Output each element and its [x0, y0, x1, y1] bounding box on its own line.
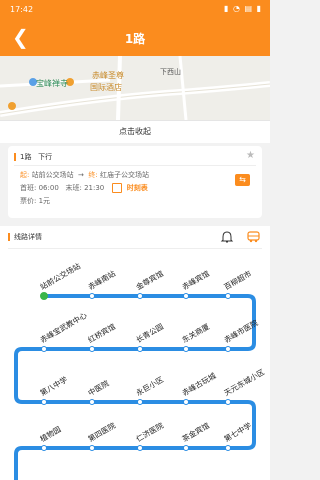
stop-marker [137, 346, 143, 352]
page-title: 1路 [124, 32, 146, 46]
fare-row: 票价: 1元 [20, 196, 50, 206]
map-label: 赤峰圣尊 [92, 70, 124, 80]
stop-name: 中医院 [86, 378, 111, 398]
stop-name: 赤峰宾馆 [180, 268, 211, 292]
route-stop[interactable]: 仁济医院 [134, 420, 165, 451]
route-stop[interactable]: 长青公园 [134, 321, 165, 352]
start-label: 起: [20, 171, 30, 179]
start-end-row: 起: 站前公交场站 → 终: 红庙子公交场站 [20, 171, 149, 179]
collapse-map-button[interactable]: 点击收起 [0, 120, 270, 143]
stop-name: 天元东城小区 [222, 366, 266, 397]
route-direction: 下行 [38, 153, 53, 161]
route-name: 1路 [20, 153, 32, 161]
first-bus-time: 06:00 [38, 184, 59, 192]
favorite-star-icon[interactable]: ★ [246, 150, 255, 161]
stop-name: 赤峰南站 [86, 268, 117, 292]
route-stop[interactable]: 东关商厦 [180, 321, 211, 352]
fare-value: 1元 [38, 197, 51, 205]
swap-direction-icon[interactable]: ⇆ [235, 174, 250, 186]
stop-marker [183, 445, 189, 451]
route-header: 1路 下行 [14, 152, 52, 162]
stop-marker [225, 399, 231, 405]
stop-name: 站前公交场站 [38, 260, 82, 291]
stop-marker [89, 399, 95, 405]
fare-label: 票价: [20, 197, 37, 205]
route-stop[interactable]: 红桥宾馆 [86, 321, 117, 352]
route-map: 站前公交场站 赤峰南站 金尊宾馆 赤峰宾馆 百柳超市赤峰市医院东关商厦长青公园红桥宾馆赤… [14, 260, 266, 480]
end-stop: 红庙子公交场站 [99, 171, 149, 179]
stop-name: 红桥宾馆 [86, 321, 117, 345]
route-info-card: 1路 下行 ★ 起: 站前公交场站 → 终: 红庙子公交场站 首班: 06:00… [8, 146, 262, 218]
stop-marker [225, 445, 231, 451]
stop-marker [137, 399, 143, 405]
map-label: 国际酒店 [90, 82, 122, 92]
stop-name: 第八中学 [38, 374, 69, 398]
route-stop[interactable]: 赤峰古玩城 [180, 370, 218, 405]
stop-name: 金尊宾馆 [134, 268, 165, 292]
last-bus-time: 21:30 [84, 184, 105, 192]
route-stop[interactable]: 赤峰宾馆 [180, 268, 211, 299]
stop-marker [137, 293, 143, 299]
stop-name: 第七中学 [222, 420, 253, 444]
timetable-link[interactable]: 时刻表 [127, 184, 148, 192]
stop-marker [89, 293, 95, 299]
start-stop-marker [40, 292, 48, 300]
route-stop[interactable]: 第四医院 [86, 420, 117, 451]
stop-name: 第四医院 [86, 420, 117, 444]
stop-marker [41, 445, 47, 451]
route-stop[interactable]: 永巨小区 [134, 374, 165, 405]
route-stop[interactable]: 第八中学 [38, 374, 69, 405]
status-time: 17:42 [10, 5, 34, 14]
route-stop[interactable]: 金尊宾馆 [134, 268, 165, 299]
map-label: 下西山 [160, 67, 181, 76]
first-bus-label: 首班: [20, 184, 37, 192]
stop-marker [89, 346, 95, 352]
stop-marker [89, 445, 95, 451]
map-poi-icon [8, 102, 16, 110]
stop-marker [41, 399, 47, 405]
status-bar: 17:42 ▮ ◔ ▤ ▮ [0, 0, 270, 20]
start-stop: 站前公交场站 [31, 171, 74, 179]
calendar-icon [112, 183, 123, 193]
stop-name: 永巨小区 [134, 374, 165, 398]
stop-name: 长青公园 [134, 321, 165, 345]
stop-marker [41, 346, 47, 352]
route-stop[interactable]: 茶金宾馆 [180, 420, 211, 451]
route-stop[interactable]: 赤峰宝武教中心 [38, 310, 89, 352]
stop-marker [137, 445, 143, 451]
stop-name: 百柳超市 [222, 268, 253, 292]
stop-name: 赤峰宝武教中心 [38, 310, 89, 345]
stop-name: 仁济医院 [134, 420, 165, 444]
map-view[interactable]: 宝峰禅寺 赤峰圣尊 国际酒店 下西山 [0, 56, 270, 120]
stop-name: 赤峰古玩城 [180, 370, 218, 398]
stop-marker [183, 346, 189, 352]
map-canvas: 宝峰禅寺 赤峰圣尊 国际酒店 下西山 [0, 56, 270, 120]
schedule-row: 首班: 06:00 末班: 21:30 时刻表 [20, 183, 148, 193]
route-stop[interactable]: 第七中学 [222, 420, 253, 451]
route-stop[interactable]: 天元东城小区 [222, 366, 266, 405]
route-detail-panel: 线路详情 站前公交场站 赤峰南站 金尊宾馆 赤峰宾馆 百柳超市 赤峰市医院 东关商厦 长青公园… [0, 226, 270, 480]
stop-marker [183, 399, 189, 405]
stop-marker [225, 346, 231, 352]
stop-name: 茶金宾馆 [180, 420, 211, 444]
stop-marker [225, 293, 231, 299]
stop-name: 植物园 [38, 424, 62, 444]
map-label: 宝峰禅寺 [36, 78, 68, 88]
route-stop[interactable]: 百柳超市 [222, 268, 253, 299]
status-icons: ▮ ◔ ▤ ▮ [224, 4, 262, 13]
end-label: 终: [88, 171, 98, 179]
stop-name: 东关商厦 [180, 321, 211, 345]
route-stop[interactable]: 赤峰南站 [86, 268, 117, 299]
route-stop[interactable]: 站前公交场站 [38, 260, 82, 300]
last-bus-label: 末班: [65, 184, 82, 192]
title-bar: ❮ 1路 [0, 20, 270, 56]
stop-marker [183, 293, 189, 299]
